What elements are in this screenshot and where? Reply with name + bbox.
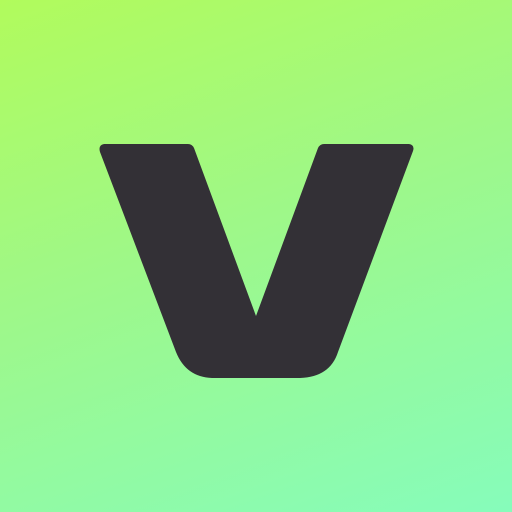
v-logo-glyph	[99, 144, 414, 378]
app-icon	[0, 0, 512, 512]
v-logo-icon	[99, 144, 414, 378]
